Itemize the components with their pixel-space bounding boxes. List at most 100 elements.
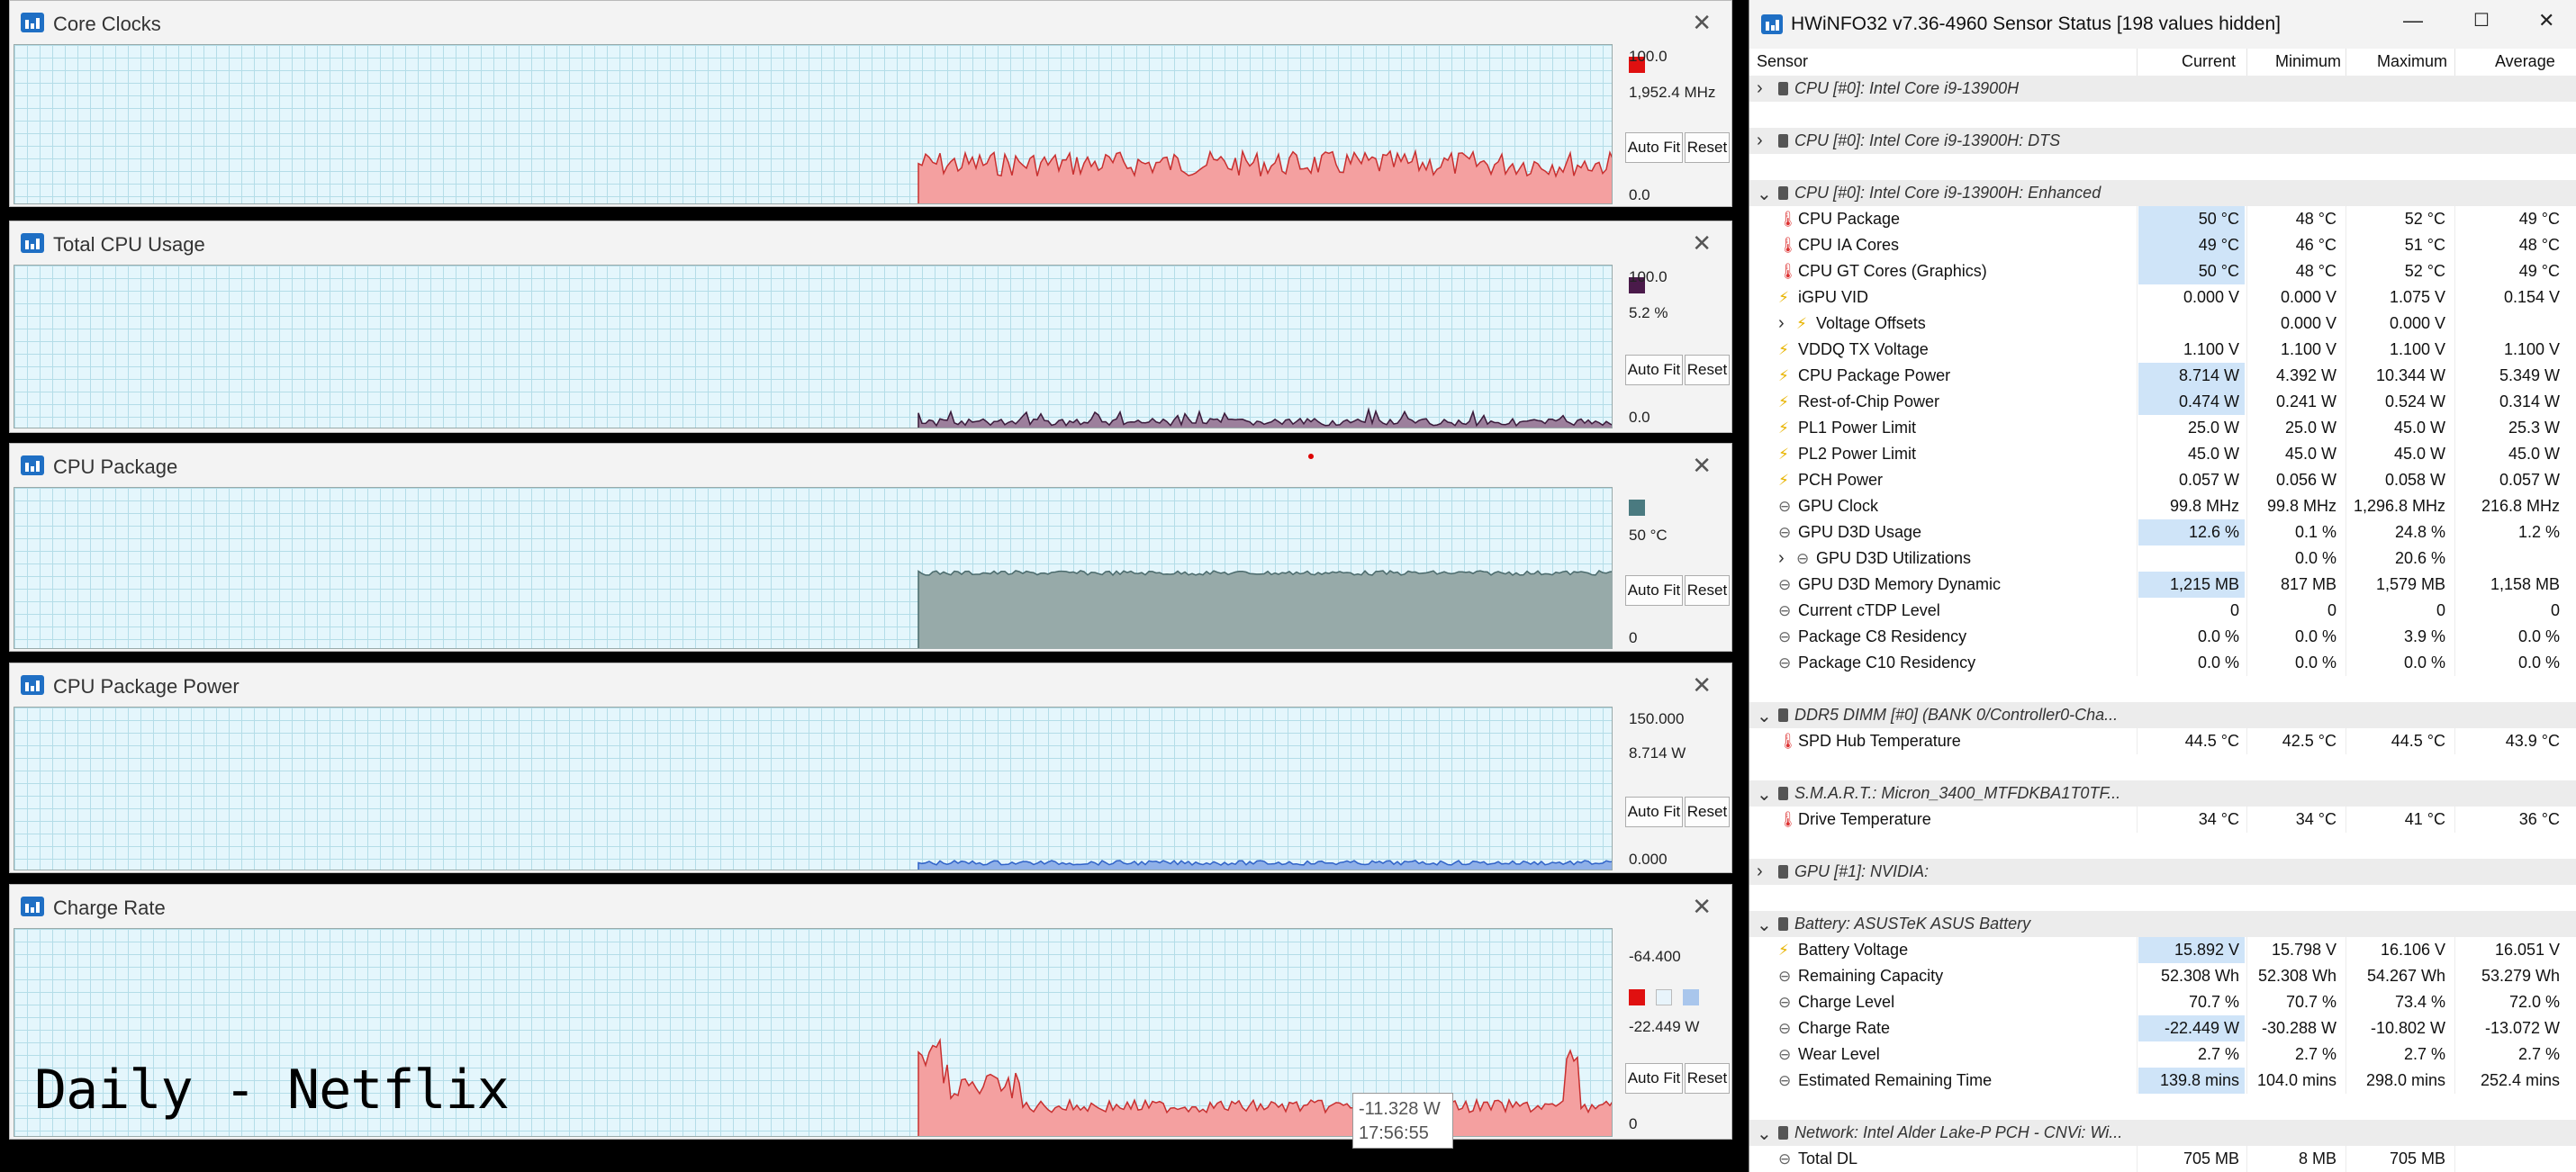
auto-fit-button[interactable]: Auto Fit: [1625, 797, 1683, 827]
sensor-row[interactable]: › ⚡︎ Voltage Offsets 0.000 V 0.000 V: [1749, 311, 2576, 337]
reset-button[interactable]: Reset: [1685, 797, 1730, 827]
sensor-group-row[interactable]: ⌄ Battery: ASUSTeK ASUS Battery: [1749, 911, 2576, 937]
color-swatch[interactable]: [1629, 500, 1645, 516]
graph-titlebar[interactable]: CPU Package Power ✕: [10, 663, 1731, 707]
collapse-chevron-icon[interactable]: ⌄: [1757, 783, 1772, 806]
sensor-row[interactable]: ⚡︎ iGPU VID 0.000 V 0.000 V 1.075 V 0.154 V: [1749, 284, 2576, 311]
sensor-row[interactable]: ⚡︎ PL2 Power Limit 45.0 W 45.0 W 45.0 W 45.0 …: [1749, 441, 2576, 467]
close-icon[interactable]: ✕: [1692, 672, 1712, 699]
reset-button[interactable]: Reset: [1685, 355, 1730, 385]
sensor-row[interactable]: ⊖ Charge Rate -22.449 W -30.288 W -10.802 W-…: [1749, 1015, 2576, 1041]
sensor-row[interactable]: 🌡︎ Drive Temperature 34 °C 34 °C 41 °C 36 °C: [1749, 807, 2576, 833]
hwinfo-app-icon: [21, 233, 44, 253]
value-average: 53.279 Wh: [2481, 967, 2560, 985]
background-swatch[interactable]: [1656, 989, 1672, 1005]
auto-fit-button[interactable]: Auto Fit: [1625, 575, 1683, 606]
sensor-row[interactable]: ⊖ GPU D3D Memory Dynamic 1,215 MB 817 MB 1,5…: [1749, 572, 2576, 598]
spacer-row: [1749, 102, 2576, 128]
value-average: 45.0 W: [2508, 445, 2560, 463]
graph-plot-area: [14, 265, 1613, 428]
reset-button[interactable]: Reset: [1685, 132, 1730, 163]
maximize-icon[interactable]: ☐: [2473, 9, 2490, 32]
sensor-row[interactable]: › ⊖ GPU D3D Utilizations 0.0 % 20.6 %: [1749, 545, 2576, 572]
close-icon[interactable]: ✕: [1692, 230, 1712, 257]
column-average[interactable]: Average: [2495, 52, 2555, 71]
sensor-row[interactable]: ⊖ GPU Clock 99.8 MHz 99.8 MHz 1,296.8 MHz 216…: [1749, 493, 2576, 519]
graph-titlebar[interactable]: Charge Rate ✕: [10, 885, 1731, 928]
minimize-icon[interactable]: —: [2403, 9, 2423, 32]
chip-icon: [1778, 186, 1788, 200]
graph-window-cpu-package[interactable]: CPU Package ✕ 50 °C Auto Fit Reset 0: [9, 443, 1732, 652]
sensor-row[interactable]: ⊖ Charge Level 70.7 % 70.7 % 73.4 % 72.0 %: [1749, 989, 2576, 1015]
graph-window-total-cpu-usage[interactable]: Total CPU Usage ✕ 100.0 5.2 % Auto Fit R…: [9, 221, 1732, 433]
value-average: 252.4 mins: [2480, 1071, 2560, 1089]
auto-fit-button[interactable]: Auto Fit: [1625, 132, 1683, 163]
sensor-group-row[interactable]: ⌄ DDR5 DIMM [#0] (BANK 0/Controller0-Cha.…: [1749, 702, 2576, 728]
collapse-chevron-icon[interactable]: ⌄: [1757, 183, 1772, 205]
column-header: Sensor Current Minimum Maximum Average: [1749, 49, 2576, 77]
graph-titlebar[interactable]: Core Clocks ✕: [10, 1, 1731, 44]
sensor-row[interactable]: ⊖ GPU D3D Usage 12.6 % 0.1 % 24.8 % 1.2 %: [1749, 519, 2576, 545]
sensor-list[interactable]: › CPU [#0]: Intel Core i9-13900H › CPU [#0]…: [1749, 76, 2576, 1172]
group-label: Battery: ASUSTeK ASUS Battery: [1794, 915, 2031, 933]
column-minimum[interactable]: Minimum: [2275, 52, 2341, 71]
grid-swatch[interactable]: [1683, 989, 1699, 1005]
sensor-row[interactable]: ⚡︎ Rest-of-Chip Power 0.474 W 0.241 W 0.524 …: [1749, 389, 2576, 415]
sensor-row[interactable]: ⚡︎ CPU Package Power 8.714 W 4.392 W 10.344 …: [1749, 363, 2576, 389]
sensor-row[interactable]: 🌡︎ SPD Hub Temperature 44.5 °C 42.5 °C 44.5 …: [1749, 728, 2576, 754]
sensor-row[interactable]: ⊖ Package C8 Residency 0.0 % 0.0 % 3.9 % 0.0 …: [1749, 624, 2576, 650]
close-icon[interactable]: ✕: [1692, 893, 1712, 921]
sensor-row[interactable]: 🌡︎ CPU GT Cores (Graphics) 50 °C 48 °C 52 °C…: [1749, 258, 2576, 284]
value-average: 5.349 W: [2499, 366, 2560, 384]
sensor-row[interactable]: ⊖ Estimated Remaining Time 139.8 mins 104.0…: [1749, 1068, 2576, 1094]
graph-window-core-clocks[interactable]: Core Clocks ✕ 100.0 1,952.4 MHz Auto Fit…: [9, 0, 1732, 207]
sensor-row[interactable]: ⊖ Wear Level 2.7 % 2.7 % 2.7 % 2.7 %: [1749, 1041, 2576, 1068]
close-icon[interactable]: ✕: [1692, 9, 1712, 37]
tooltip-time: 17:56:55: [1359, 1123, 1429, 1143]
graph-min-value: 0.0: [1629, 186, 1650, 203]
graph-tooltip: -11.328 W 17:56:55: [1352, 1093, 1453, 1149]
close-icon[interactable]: ✕: [1692, 452, 1712, 480]
sensor-row[interactable]: 🌡︎ CPU IA Cores 49 °C 46 °C 51 °C 48 °C: [1749, 232, 2576, 258]
column-current[interactable]: Current: [2182, 52, 2236, 71]
collapse-chevron-icon[interactable]: ⌄: [1757, 1122, 1772, 1145]
sensor-status-window[interactable]: HWiNFO32 v7.36-4960 Sensor Status [198 v…: [1749, 0, 2576, 1172]
spacer-row: [1749, 1094, 2576, 1120]
expand-chevron-icon[interactable]: ›: [1757, 131, 1763, 151]
sensor-group-row[interactable]: ⌄ S.M.A.R.T.: Micron_3400_MTFDKBA1T0TF...: [1749, 780, 2576, 807]
sensor-group-row[interactable]: › CPU [#0]: Intel Core i9-13900H: [1749, 76, 2576, 102]
sensor-row[interactable]: ⊖ Remaining Capacity 52.308 Wh 52.308 Wh 54.…: [1749, 963, 2576, 989]
sensor-row[interactable]: ⊖ Package C10 Residency 0.0 % 0.0 % 0.0 % 0.0…: [1749, 650, 2576, 676]
reset-button[interactable]: Reset: [1685, 1063, 1730, 1094]
sensor-group-row[interactable]: ⌄ Network: Intel Alder Lake-P PCH - CNVi:…: [1749, 1120, 2576, 1146]
expand-chevron-icon[interactable]: ›: [1757, 861, 1763, 882]
auto-fit-button[interactable]: Auto Fit: [1625, 1063, 1683, 1094]
sensor-group-row[interactable]: › CPU [#0]: Intel Core i9-13900H: DTS: [1749, 128, 2576, 154]
sensor-row[interactable]: 🌡︎ CPU Package 50 °C 48 °C 52 °C 49 °C: [1749, 206, 2576, 232]
color-swatch[interactable]: [1629, 989, 1645, 1005]
graph-titlebar[interactable]: Total CPU Usage ✕: [10, 221, 1731, 265]
close-icon[interactable]: ✕: [2538, 9, 2554, 32]
sensor-row[interactable]: ⚡︎ PCH Power 0.057 W 0.056 W 0.058 W 0.057 W: [1749, 467, 2576, 493]
expand-chevron-icon[interactable]: ›: [1757, 78, 1763, 99]
sensor-row[interactable]: ⚡︎ Battery Voltage 15.892 V 15.798 V 16.106 …: [1749, 937, 2576, 963]
spacer-row: [1749, 154, 2576, 180]
column-sensor[interactable]: Sensor: [1757, 52, 1808, 71]
sensor-group-row[interactable]: › GPU [#1]: NVIDIA:: [1749, 859, 2576, 885]
sensor-row[interactable]: ⚡︎ PL1 Power Limit 25.0 W 25.0 W 45.0 W 25.3 …: [1749, 415, 2576, 441]
column-maximum[interactable]: Maximum: [2377, 52, 2447, 71]
graph-current-value: 5.2 %: [1629, 304, 1668, 321]
auto-fit-button[interactable]: Auto Fit: [1625, 355, 1683, 385]
sensor-row[interactable]: ⚡︎ VDDQ TX Voltage 1.100 V 1.100 V 1.100 V 1.…: [1749, 337, 2576, 363]
sensor-titlebar[interactable]: HWiNFO32 v7.36-4960 Sensor Status [198 v…: [1749, 0, 2576, 49]
sensor-row[interactable]: ⊖ Total DL 705 MB 8 MB 705 MB: [1749, 1146, 2576, 1172]
graph-titlebar[interactable]: CPU Package ✕: [10, 444, 1731, 487]
collapse-chevron-icon[interactable]: ⌄: [1757, 705, 1772, 727]
reset-button[interactable]: Reset: [1685, 575, 1730, 606]
graph-window-cpu-package-power[interactable]: CPU Package Power ✕ 150.000 8.714 W Auto…: [9, 663, 1732, 873]
sensor-group-row[interactable]: ⌄ CPU [#0]: Intel Core i9-13900H: Enhance…: [1749, 180, 2576, 206]
collapse-chevron-icon[interactable]: ⌄: [1757, 914, 1772, 936]
graph-current-value: 8.714 W: [1629, 744, 1686, 762]
value-average: 0.057 W: [2499, 471, 2560, 489]
sensor-row[interactable]: ⊖ Current cTDP Level 0 0 0 0: [1749, 598, 2576, 624]
